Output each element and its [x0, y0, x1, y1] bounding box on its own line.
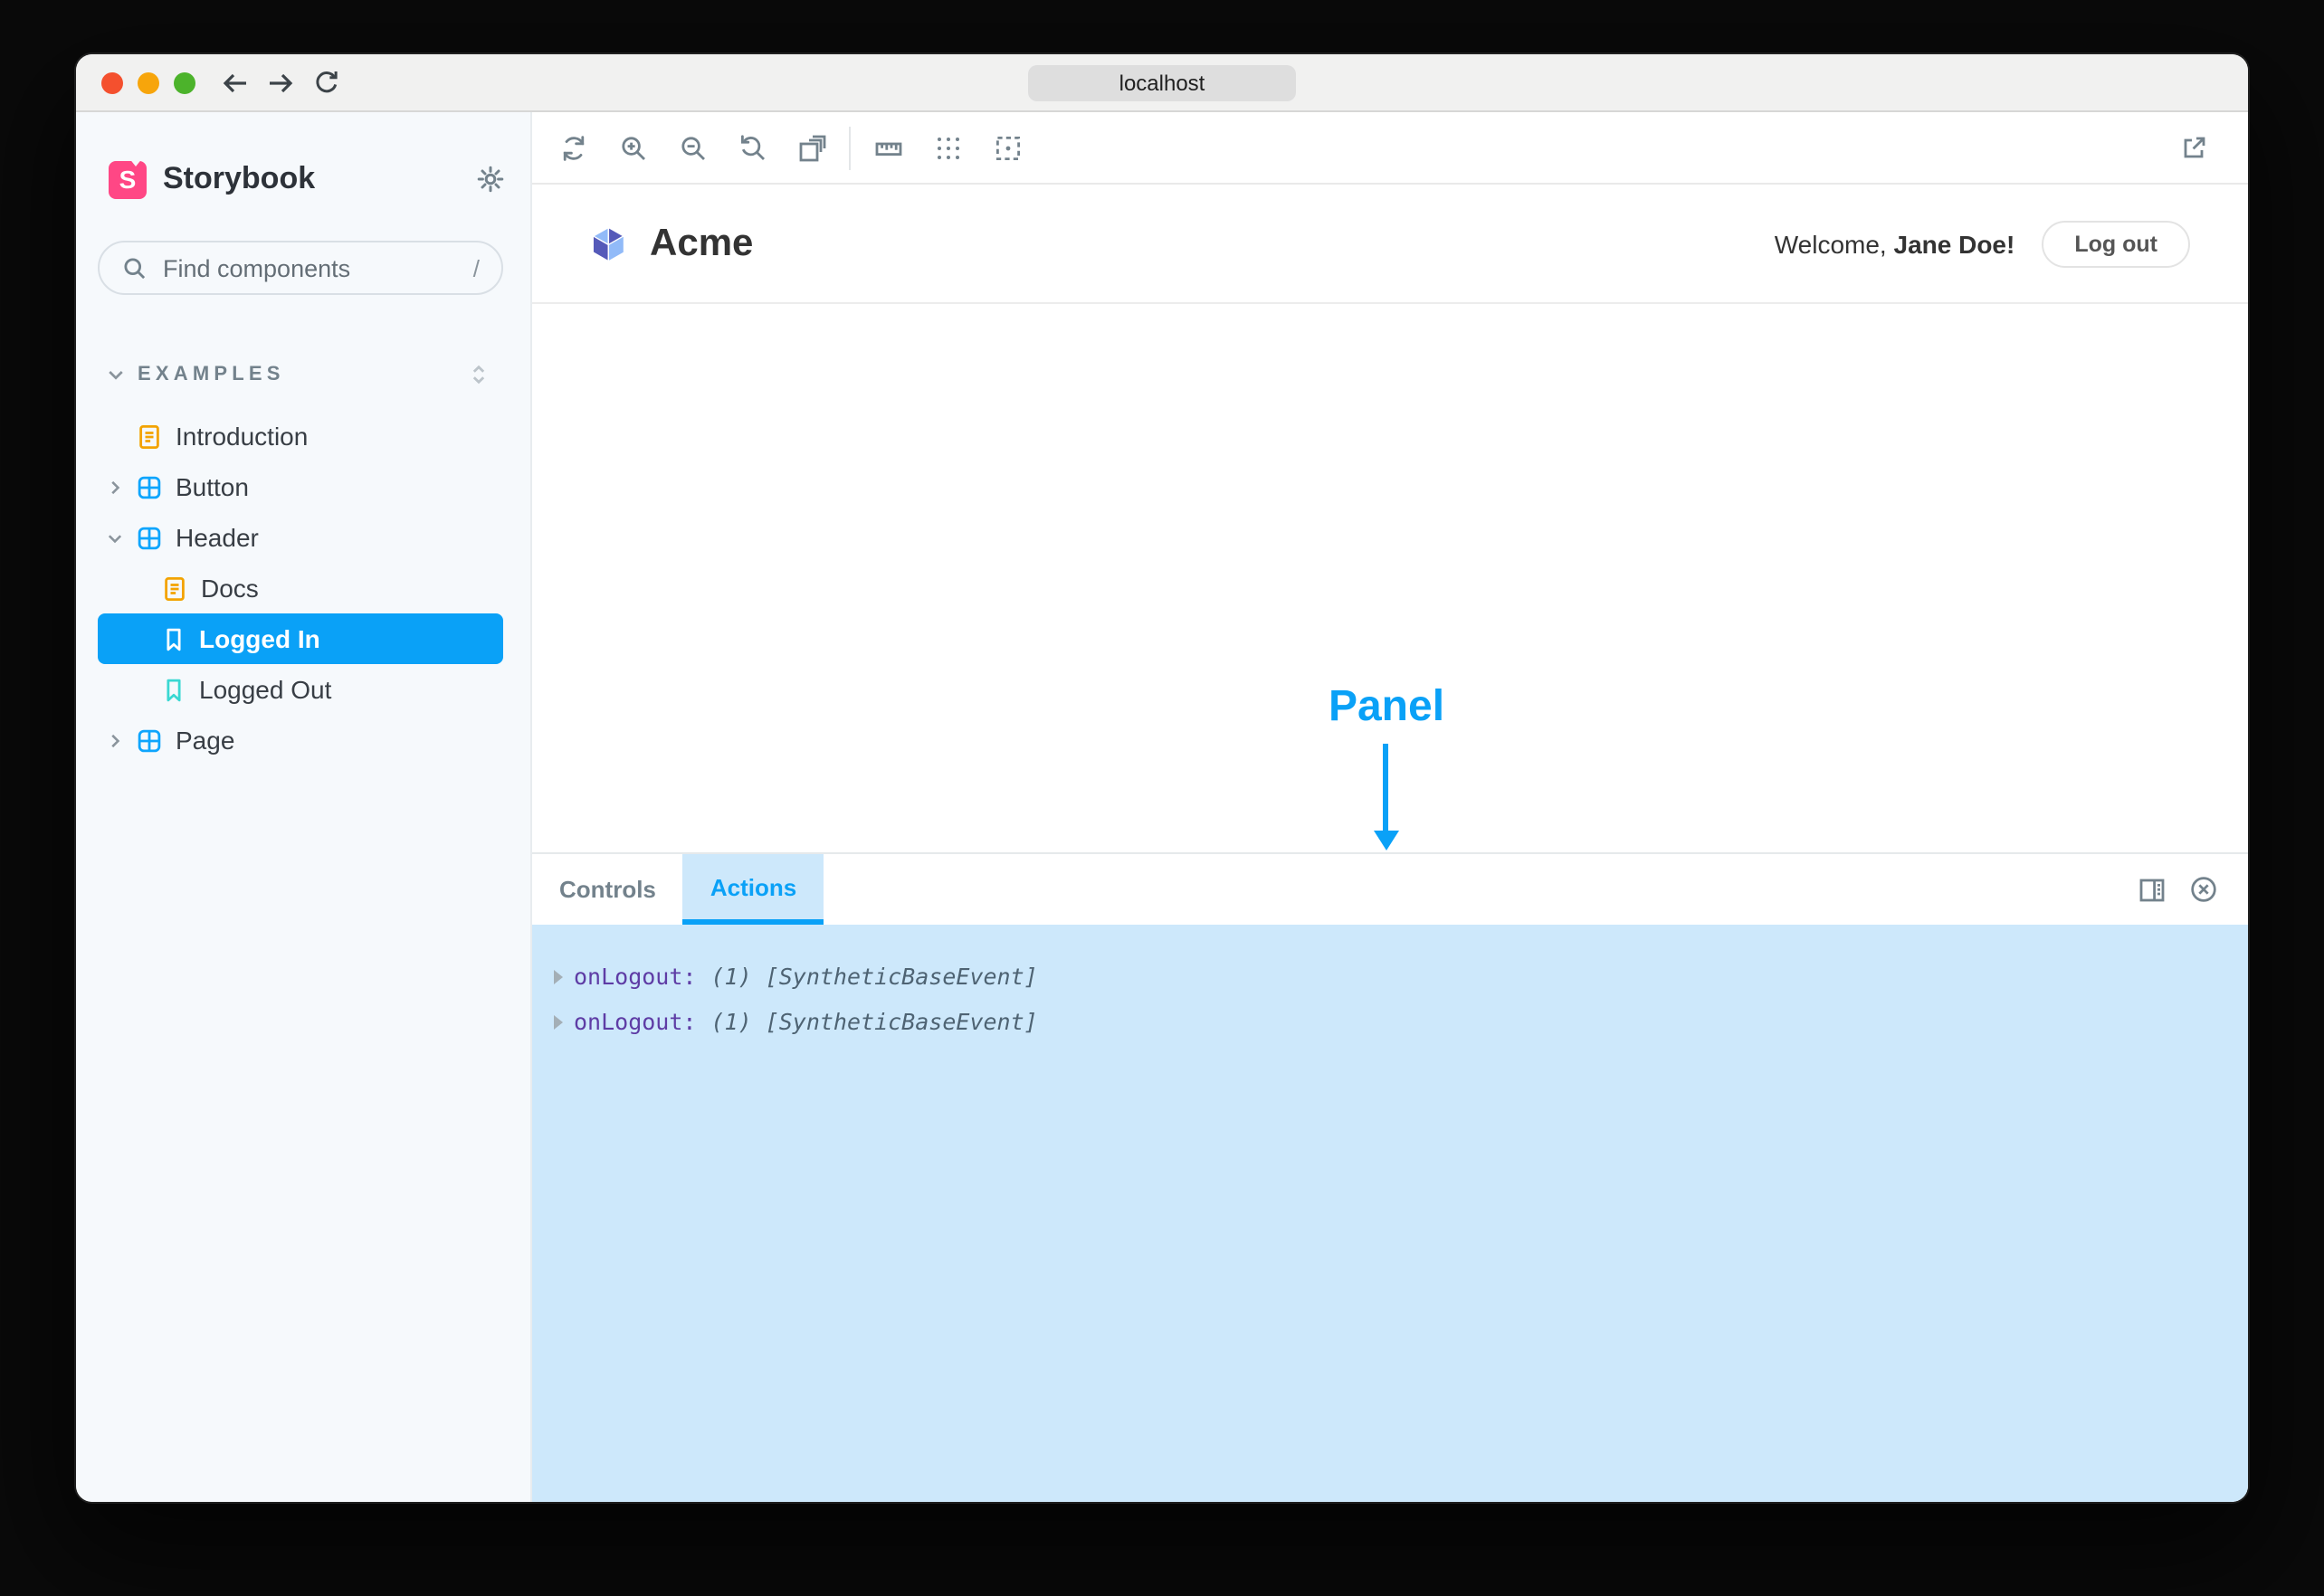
sidebar-item-docs[interactable]: Docs	[76, 563, 530, 613]
zoom-in-icon[interactable]	[603, 122, 662, 173]
panel-annotation-label: Panel	[1328, 682, 1445, 731]
url-bar[interactable]: localhost	[1028, 65, 1296, 101]
outline-icon[interactable]	[977, 122, 1037, 173]
sidebar-item-label: Introduction	[176, 422, 309, 451]
component-icon	[136, 473, 163, 500]
storybook-brand-title: Storybook	[163, 161, 316, 195]
action-name: onLogout:	[574, 1008, 697, 1035]
search-placeholder: Find components	[163, 254, 351, 281]
search-icon	[121, 254, 148, 281]
grid-icon[interactable]	[918, 122, 977, 173]
storybook-logo: S	[109, 160, 147, 198]
actions-panel: onLogout: (1) [SyntheticBaseEvent] onLog…	[532, 925, 2248, 1502]
sidebar-item-page[interactable]: Page	[76, 715, 530, 765]
user-name: Jane Doe!	[1893, 229, 2015, 258]
traffic-lights	[101, 71, 195, 93]
chevron-right-icon[interactable]	[105, 477, 127, 497]
component-tree: EXAMPLES Introduction Button Header Docs…	[76, 356, 530, 765]
sidebar-item-label: Logged Out	[199, 675, 332, 704]
search-input[interactable]: Find components /	[98, 241, 503, 295]
open-canvas-new-tab-icon[interactable]	[2163, 122, 2223, 173]
sidebar-item-label: Header	[176, 523, 259, 552]
canvas-toolbar	[532, 112, 2248, 185]
log-out-button[interactable]: Log out	[2042, 220, 2190, 267]
expand-triangle-icon[interactable]	[554, 969, 563, 983]
action-log-row[interactable]: onLogout: (1) [SyntheticBaseEvent]	[554, 999, 2248, 1044]
sidebar-item-label: Page	[176, 726, 235, 755]
forward-arrow-icon[interactable]	[266, 68, 295, 97]
sidebar-item-label: Logged In	[199, 624, 320, 653]
tab-controls[interactable]: Controls	[532, 854, 683, 925]
welcome-text: Welcome, Jane Doe!	[1774, 229, 2015, 258]
zoom-window-button[interactable]	[174, 71, 195, 93]
screen-background: localhost S Storybook Find components / …	[0, 0, 2324, 1596]
sidebar-item-button[interactable]: Button	[76, 461, 530, 512]
sidebar-item-logged-in[interactable]: Logged In	[98, 613, 503, 664]
background-icon[interactable]	[782, 122, 842, 173]
sidebar-section-examples[interactable]: EXAMPLES	[76, 356, 530, 393]
action-value: (1) [SyntheticBaseEvent]	[710, 1008, 1038, 1035]
bookmark-icon	[161, 625, 186, 652]
action-log-row[interactable]: onLogout: (1) [SyntheticBaseEvent]	[554, 954, 2248, 999]
document-icon	[136, 423, 163, 450]
story-header: Acme Welcome, Jane Doe! Log out	[532, 185, 2248, 304]
gear-icon[interactable]	[476, 165, 505, 194]
action-name: onLogout:	[574, 963, 697, 990]
story-canvas	[532, 304, 2248, 852]
chevron-right-icon[interactable]	[105, 730, 127, 750]
panel-position-icon[interactable]	[2138, 875, 2167, 904]
component-icon	[136, 727, 163, 754]
storybook-logo-letter: S	[119, 165, 137, 194]
section-label: EXAMPLES	[138, 364, 285, 385]
close-window-button[interactable]	[101, 71, 123, 93]
browser-window: localhost S Storybook Find components / …	[76, 54, 2248, 1502]
minimize-window-button[interactable]	[138, 71, 159, 93]
sidebar-item-label: Button	[176, 472, 249, 501]
expand-collapse-all-icon[interactable]	[467, 362, 491, 387]
close-panel-icon[interactable]	[2188, 874, 2219, 905]
sidebar-item-label: Docs	[201, 574, 259, 603]
action-value: (1) [SyntheticBaseEvent]	[710, 963, 1038, 990]
search-shortcut: /	[472, 254, 480, 281]
document-icon	[161, 575, 188, 602]
back-arrow-icon[interactable]	[221, 68, 250, 97]
remount-icon[interactable]	[543, 122, 603, 173]
bookmark-icon	[161, 676, 186, 703]
reload-icon[interactable]	[311, 68, 340, 97]
browser-titlebar: localhost	[76, 54, 2248, 112]
chevron-down-icon	[105, 364, 127, 385]
chevron-down-icon[interactable]	[105, 527, 127, 547]
storybook-sidebar: S Storybook Find components / EXAMPLES I…	[76, 112, 532, 1502]
acme-logo-icon	[586, 222, 630, 265]
sidebar-item-logged-out[interactable]: Logged Out	[76, 664, 530, 715]
zoom-reset-icon[interactable]	[722, 122, 782, 173]
acme-title: Acme	[650, 222, 754, 263]
toolbar-divider	[849, 126, 851, 169]
panel-tab-bar: Controls Actions	[532, 852, 2248, 925]
canvas-area: Acme Welcome, Jane Doe! Log out Controls…	[532, 112, 2248, 1502]
measure-icon[interactable]	[858, 122, 918, 173]
expand-triangle-icon[interactable]	[554, 1014, 563, 1029]
zoom-out-icon[interactable]	[662, 122, 722, 173]
panel-annotation-arrow	[1374, 744, 1396, 850]
sidebar-item-introduction[interactable]: Introduction	[76, 411, 530, 461]
tab-actions[interactable]: Actions	[682, 854, 824, 925]
component-icon	[136, 524, 163, 551]
url-text: localhost	[1119, 71, 1205, 96]
sidebar-item-header[interactable]: Header	[76, 512, 530, 563]
